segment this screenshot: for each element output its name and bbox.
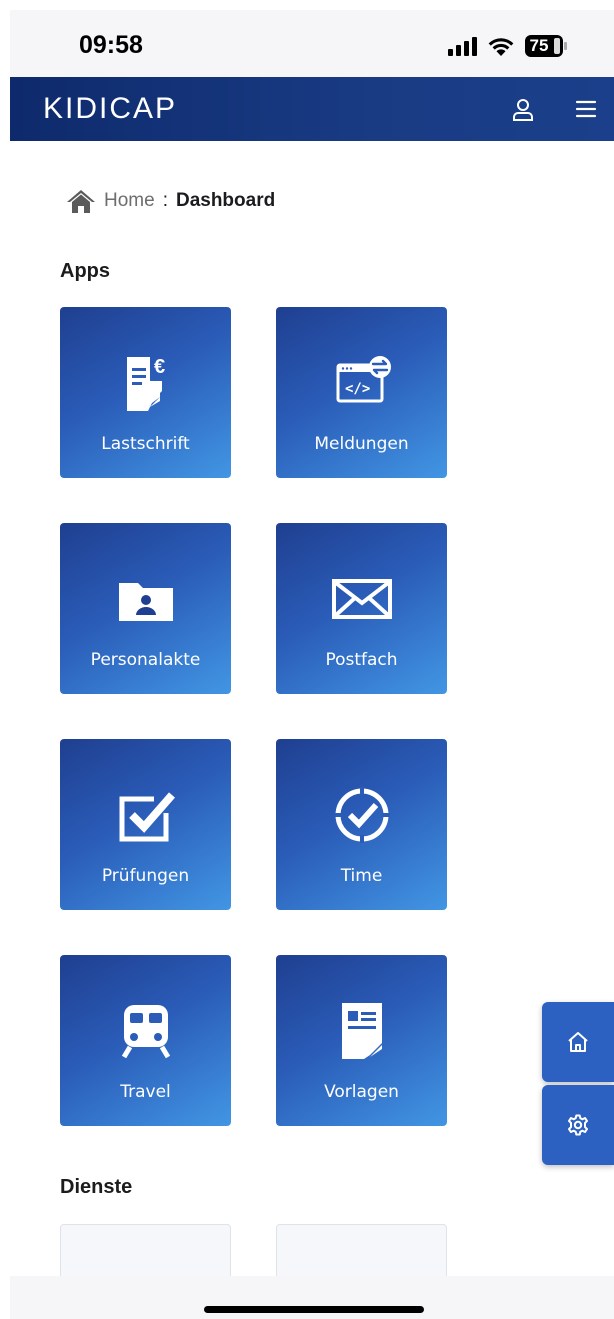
app-tile-travel[interactable]: Travel: [60, 955, 231, 1126]
app-tile-label: Personalakte: [90, 650, 201, 670]
breadcrumb: Home : Dashboard: [66, 186, 275, 216]
cellular-signal-icon: [448, 36, 477, 56]
battery-icon: 75: [525, 35, 567, 57]
template-document-icon: [341, 1003, 382, 1059]
breadcrumb-current: Dashboard: [175, 190, 276, 211]
home-outline-icon: [568, 1032, 588, 1052]
wifi-icon: [487, 35, 515, 57]
status-bar: 09:58 75: [10, 10, 614, 77]
app-tile-time[interactable]: Time: [276, 739, 447, 910]
svg-text:</>: </>: [345, 381, 370, 397]
fab-home-button[interactable]: [542, 1002, 614, 1082]
envelope-icon: [331, 579, 392, 619]
app-tile-pruefungen[interactable]: Prüfungen: [60, 739, 231, 910]
dienste-card[interactable]: [276, 1224, 447, 1284]
app-tile-label: Vorlagen: [324, 1082, 399, 1102]
clock-check-icon: [333, 787, 390, 843]
home-indicator[interactable]: [204, 1306, 424, 1313]
app-tile-label: Postfach: [325, 650, 398, 670]
dienste-section-title: Dienste: [60, 1176, 133, 1198]
battery-level: 75: [529, 36, 549, 55]
user-profile-icon[interactable]: [510, 97, 536, 123]
status-time: 09:58: [79, 31, 143, 59]
app-tile-personalakte[interactable]: Personalakte: [60, 523, 231, 694]
app-tile-label: Prüfungen: [101, 866, 190, 886]
app-tile-postfach[interactable]: Postfach: [276, 523, 447, 694]
train-icon: [121, 1005, 170, 1059]
app-tile-label: Lastschrift: [101, 434, 190, 454]
checkbox-icon: [119, 792, 175, 842]
code-transfer-icon: </>: [336, 356, 391, 403]
app-tile-label: Travel: [120, 1082, 171, 1102]
personnel-folder-icon: [118, 583, 173, 621]
gear-icon: [568, 1114, 588, 1136]
app-tile-vorlagen[interactable]: Vorlagen: [276, 955, 447, 1126]
breadcrumb-separator: :: [162, 190, 168, 211]
status-icons: 75: [448, 32, 567, 60]
app-tile-label: Time: [340, 866, 383, 886]
app-tile-label: Meldungen: [314, 434, 409, 454]
invoice-euro-icon: €: [126, 356, 165, 411]
svg-text:€: €: [154, 356, 165, 378]
apps-section-title: Apps: [60, 260, 110, 282]
home-icon[interactable]: [66, 188, 96, 214]
app-header: KIDICAP: [10, 77, 614, 141]
hamburger-menu-icon[interactable]: [575, 98, 597, 120]
app-tile-meldungen[interactable]: </> Meldungen: [276, 307, 447, 478]
app-logo[interactable]: KIDICAP: [43, 92, 177, 126]
breadcrumb-home-link[interactable]: Home: [104, 190, 155, 212]
app-tile-lastschrift[interactable]: € Lastschrift: [60, 307, 231, 478]
fab-settings-button[interactable]: [542, 1085, 614, 1165]
dienste-card[interactable]: [60, 1224, 231, 1284]
app-screen: 09:58 75 KIDICAP Home: Dashboard Apps €…: [10, 10, 614, 1319]
